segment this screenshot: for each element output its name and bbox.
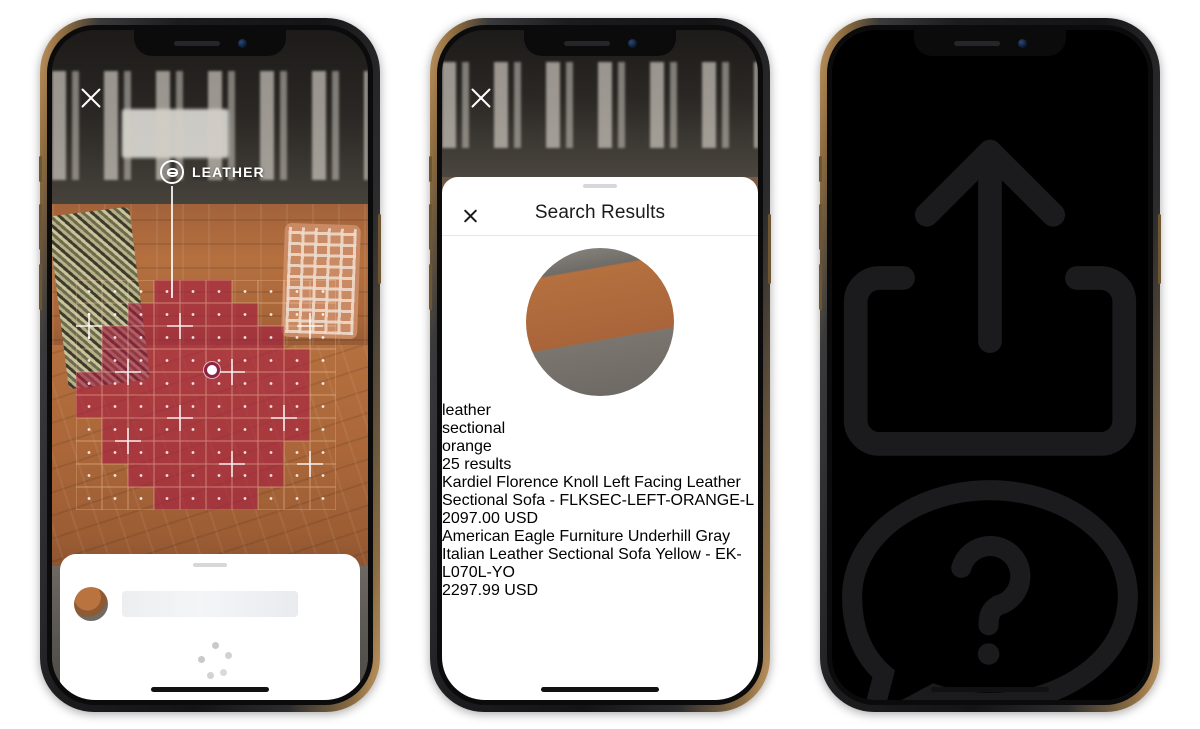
phone-2-search-results: Search Results leather sectional orange … (429, 18, 771, 712)
sheet-grabber[interactable] (583, 184, 617, 188)
query-image[interactable] (526, 248, 674, 396)
results-list: Kardiel Florence Knoll Left Facing Leath… (442, 474, 758, 600)
background-showroom (52, 30, 368, 218)
front-camera (627, 38, 637, 48)
ar-placement-grid (76, 280, 336, 510)
earpiece-speaker (563, 40, 610, 46)
power-button[interactable] (768, 214, 771, 284)
phone-screen: LEATHER (52, 30, 368, 700)
home-indicator[interactable] (931, 687, 1049, 692)
tag-chip-sectional[interactable]: sectional (442, 420, 758, 438)
silent-switch[interactable] (39, 156, 42, 182)
loading-sheet (60, 554, 360, 700)
item-number: Item #KARD142 (832, 102, 948, 119)
ar-material-tag[interactable]: LEATHER (160, 160, 265, 184)
screenshot-stage: LEATHER Search Results leather sectional… (0, 0, 1200, 729)
material-swatch-icon (160, 160, 184, 184)
front-camera (1017, 38, 1027, 48)
skeleton-text-bar (122, 591, 298, 617)
tag-chip-list: leather sectional orange (442, 402, 758, 456)
home-indicator[interactable] (541, 687, 659, 692)
close-icon[interactable] (468, 84, 494, 110)
list-item[interactable]: Kardiel Florence Knoll Left Facing Leath… (442, 474, 758, 528)
status-time: 11:39 (832, 30, 871, 47)
ar-tag-label: LEATHER (192, 164, 265, 180)
product-price: 2097.00 USD (442, 510, 539, 527)
product-header: Product Details Item #KARD142 (832, 66, 1148, 700)
volume-down-button[interactable] (819, 264, 822, 310)
back-label: Search (832, 48, 883, 65)
results-count: 25 results (442, 456, 512, 473)
front-camera (237, 38, 247, 48)
list-item[interactable]: American Eagle Furniture Underhill Gray … (442, 528, 758, 600)
ar-tag-stem (171, 186, 173, 298)
product-title: Kardiel Florence Knoll Left Facing Leath… (442, 474, 755, 509)
tag-chip-orange[interactable]: orange (442, 438, 758, 456)
sheet-title: Search Results (534, 202, 666, 223)
product-title: American Eagle Furniture Underhill Gray … (442, 528, 742, 581)
home-indicator[interactable] (151, 687, 269, 692)
phone-bezel: LEATHER (47, 25, 373, 705)
phone-bezel: 11:39 Search Product Details Item #KARD1… (827, 25, 1153, 705)
volume-down-button[interactable] (429, 264, 432, 310)
phone-screen: 11:39 Search Product Details Item #KARD1… (832, 30, 1148, 700)
ar-placement-reticle[interactable] (204, 362, 220, 378)
share-icon[interactable] (832, 120, 1148, 473)
query-image-wrapper (442, 236, 758, 402)
loading-spinner (198, 642, 232, 679)
product-info: American Eagle Furniture Underhill Gray … (442, 528, 758, 600)
power-button[interactable] (378, 214, 381, 284)
device-notch (524, 30, 676, 56)
skeleton-row (60, 567, 360, 621)
close-icon[interactable] (78, 84, 104, 110)
volume-up-button[interactable] (39, 204, 42, 250)
phone-screen: Search Results leather sectional orange … (442, 30, 758, 700)
product-info: Kardiel Florence Knoll Left Facing Leath… (442, 474, 758, 528)
device-notch (914, 30, 1066, 56)
page-title: Product Details (832, 84, 941, 101)
volume-up-button[interactable] (429, 204, 432, 250)
phone-1-ar-camera: LEATHER (39, 18, 381, 712)
earpiece-speaker (953, 40, 1000, 46)
silent-switch[interactable] (429, 156, 432, 182)
phone-3-product-details: 11:39 Search Product Details Item #KARD1… (819, 18, 1161, 712)
silent-switch[interactable] (819, 156, 822, 182)
search-results-sheet: Search Results leather sectional orange … (442, 177, 758, 700)
device-notch (134, 30, 286, 56)
showroom-table (121, 108, 229, 158)
help-chat-icon[interactable] (832, 473, 1148, 700)
skeleton-thumbnail (74, 587, 108, 621)
phone-bezel: Search Results leather sectional orange … (437, 25, 763, 705)
volume-up-button[interactable] (819, 204, 822, 250)
tag-chip-leather[interactable]: leather (442, 402, 758, 420)
product-price: 2297.99 USD (442, 582, 539, 599)
earpiece-speaker (173, 40, 220, 46)
sheet-header: Search Results (442, 184, 758, 236)
power-button[interactable] (1158, 214, 1161, 284)
volume-down-button[interactable] (39, 264, 42, 310)
